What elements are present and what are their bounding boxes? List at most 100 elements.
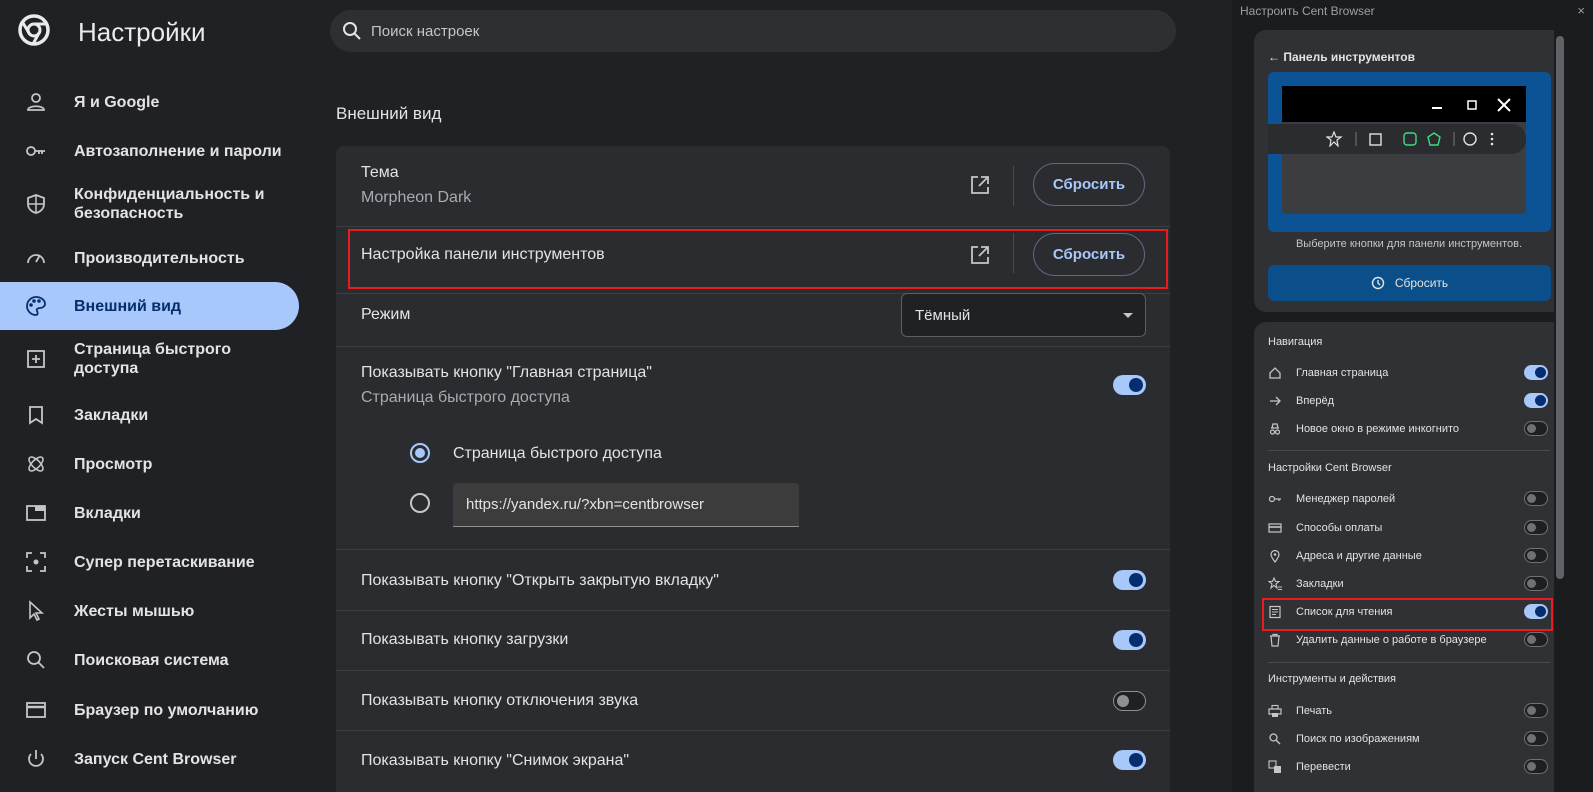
sidebar-item-super-drag[interactable]: Супер перетаскивание: [0, 538, 299, 586]
tab-icon: [26, 505, 46, 521]
back-label: Панель инструментов: [1283, 50, 1415, 64]
sidebar-item-mouse-gestures[interactable]: Жесты мышью: [0, 587, 299, 635]
close-icon[interactable]: ×: [1577, 3, 1585, 18]
search-icon: [343, 22, 361, 40]
option-toggle[interactable]: [1524, 759, 1548, 774]
toggle-row: Показывать кнопку "Снимок экрана": [336, 731, 1170, 791]
option-image-search[interactable]: Поиск по изображениям: [1268, 730, 1548, 750]
group-title: Инструменты и действия: [1268, 673, 1397, 685]
mode-select-value: Тёмный: [915, 307, 971, 324]
option-toggle[interactable]: [1524, 576, 1548, 591]
option-label: Вперёд: [1296, 395, 1335, 407]
option-label: Новое окно в режиме инкогнито: [1296, 423, 1460, 435]
arrow-right-icon: [1270, 396, 1281, 406]
option-toggle[interactable]: [1524, 703, 1548, 718]
radio-speed-dial[interactable]: [410, 443, 430, 463]
speedometer-icon: [27, 254, 45, 264]
option-toggle[interactable]: [1524, 548, 1548, 563]
sidebar-item-label: Внешний вид: [74, 297, 182, 315]
option-label: Адреса и другие данные: [1296, 550, 1422, 562]
sidebar-item-speed-dial[interactable]: Страница быстрого доступа: [0, 335, 299, 383]
option-forward[interactable]: Вперёд: [1268, 392, 1548, 412]
sidebar-item-appearance[interactable]: Внешний вид: [0, 282, 299, 330]
option-toggle[interactable]: [1524, 632, 1548, 647]
mute-button-toggle[interactable]: [1113, 691, 1146, 711]
sidebar-item-on-startup[interactable]: Запуск Cent Browser: [0, 735, 299, 783]
option-toggle[interactable]: [1524, 393, 1548, 408]
sidebar-item-default-browser[interactable]: Браузер по умолчанию: [0, 686, 299, 734]
option-toggle[interactable]: [1524, 491, 1548, 506]
highlight-box: [348, 229, 1168, 289]
option-toggle[interactable]: [1524, 365, 1548, 380]
toggle-label: Показывать кнопку загрузки: [361, 631, 569, 648]
chromium-logo-icon: [18, 14, 50, 46]
sidebar-item-label: Я и Google: [74, 93, 160, 111]
option-clear-browsing-data[interactable]: Удалить данные о работе в браузере: [1268, 631, 1548, 651]
option-label: Удалить данные о работе в браузере: [1296, 634, 1487, 646]
sidebar-item-bookmarks[interactable]: Закладки: [0, 391, 299, 439]
toolbar-options-card: Навигация Главная страница Вперёд Новое …: [1254, 322, 1564, 792]
sidebar-item-label: Запуск Cent Browser: [74, 750, 237, 768]
atom-icon: [28, 456, 44, 472]
preview-toolbar: [1268, 124, 1526, 154]
option-bookmarks[interactable]: Закладки: [1268, 575, 1548, 595]
search-icon: [1269, 733, 1281, 745]
option-password-manager[interactable]: Менеджер паролей: [1268, 490, 1548, 510]
sidebar-item-autofill[interactable]: Автозаполнение и пароли: [0, 127, 299, 175]
palette-icon: [26, 296, 46, 316]
option-label: Перевести: [1296, 761, 1351, 773]
option-label: Поиск по изображениям: [1296, 733, 1420, 745]
bookmark-icon: [29, 406, 43, 425]
back-button[interactable]: ← Панель инструментов: [1268, 50, 1415, 64]
option-payment-methods[interactable]: Способы оплаты: [1268, 519, 1548, 539]
reset-theme-button[interactable]: Сбросить: [1033, 163, 1145, 206]
sidebar-item-label: Браузер по умолчанию: [74, 701, 259, 719]
option-toggle[interactable]: [1524, 421, 1548, 436]
divider: [1268, 450, 1550, 451]
option-label: Закладки: [1296, 578, 1344, 590]
option-translate[interactable]: Перевести: [1268, 758, 1548, 778]
home-button-toggle[interactable]: [1113, 375, 1146, 395]
toggle-row: Показывать кнопку отключения звука: [336, 671, 1170, 730]
power-icon: [28, 750, 44, 767]
highlight-box: [1262, 598, 1553, 631]
radio-speed-dial-label: Страница быстрого доступа: [453, 445, 662, 462]
sidebar-item-performance[interactable]: Производительность: [0, 234, 299, 282]
option-print[interactable]: Печать: [1268, 702, 1548, 722]
sidebar-item-tabs[interactable]: Вкладки: [0, 489, 299, 537]
add-box-icon: [27, 350, 45, 368]
divider: [1013, 166, 1014, 206]
open-external-icon[interactable]: [969, 174, 991, 196]
option-incognito[interactable]: Новое окно в режиме инкогнито: [1268, 420, 1548, 440]
home-url-input[interactable]: https://yandex.ru/?xbn=centbrowser: [453, 483, 799, 527]
home-button-row: Показывать кнопку "Главная страница" Стр…: [336, 347, 1170, 549]
trash-icon: [1270, 633, 1280, 647]
mode-select[interactable]: Тёмный: [901, 293, 1146, 337]
option-label: Способы оплаты: [1296, 522, 1383, 534]
option-toggle[interactable]: [1524, 520, 1548, 535]
print-icon: [1268, 704, 1282, 717]
preview-titlebar: [1282, 86, 1526, 122]
search-input[interactable]: Поиск настроек: [371, 23, 479, 40]
sidebar-item-label: Поисковая система: [74, 651, 229, 669]
sidebar-item-search-engine[interactable]: Поисковая система: [0, 636, 299, 684]
sidebar-item-privacy[interactable]: Конфиденциальность и безопасность: [0, 180, 299, 228]
option-home[interactable]: Главная страница: [1268, 364, 1548, 384]
option-addresses[interactable]: Адреса и другие данные: [1268, 547, 1548, 567]
search-field[interactable]: Поиск настроек: [330, 10, 1176, 52]
group-title: Навигация: [1268, 336, 1323, 348]
home-button-sub: Страница быстрого доступа: [361, 389, 570, 406]
sidebar-item-you-and-google[interactable]: Я и Google: [0, 78, 299, 126]
download-button-toggle[interactable]: [1113, 630, 1146, 650]
panel-scrollbar[interactable]: [1556, 36, 1564, 579]
radio-custom-url[interactable]: [410, 493, 430, 513]
key-icon: [1268, 495, 1281, 503]
reopen-tab-toggle[interactable]: [1113, 570, 1146, 590]
mode-label: Режим: [361, 306, 411, 323]
toggle-row: Показывать кнопку загрузки: [336, 611, 1170, 670]
incognito-icon: [1269, 423, 1281, 435]
panel-reset-button[interactable]: Сбросить: [1268, 265, 1551, 301]
sidebar-item-browsing[interactable]: Просмотр: [0, 440, 299, 488]
screenshot-button-toggle[interactable]: [1113, 750, 1146, 770]
option-toggle[interactable]: [1524, 731, 1548, 746]
